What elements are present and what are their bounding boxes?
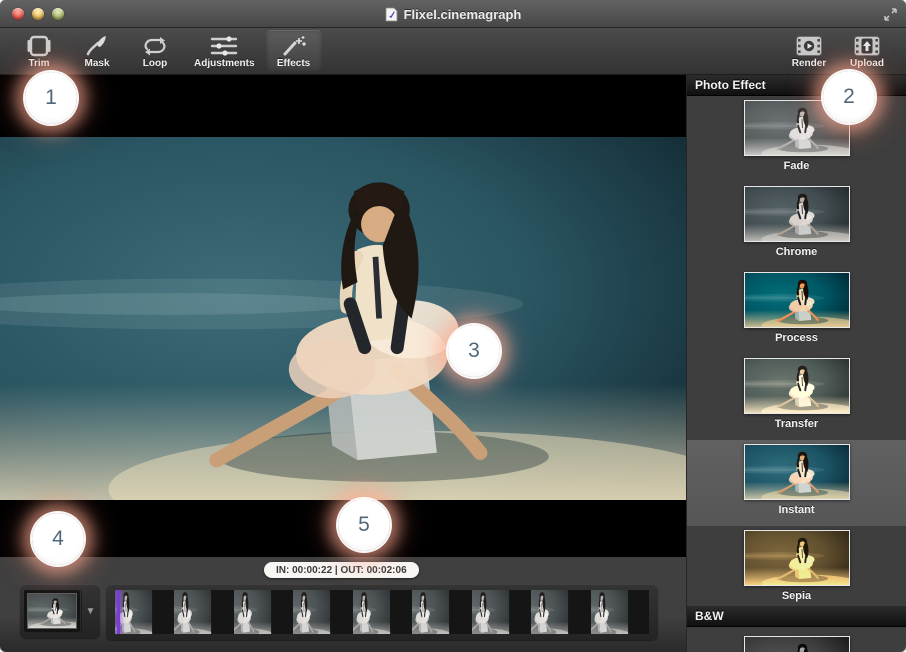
tool-effects-label: Effects — [277, 58, 310, 69]
in-out-badge: IN: 00:00:22 | OUT: 00:02:06 — [264, 562, 419, 578]
effect-instant-thumbnail — [744, 444, 850, 500]
toolbar: Trim Mask Loop — [0, 28, 906, 75]
magic-wand-icon — [281, 34, 307, 57]
tool-trim-label: Trim — [28, 58, 49, 69]
tool-mask[interactable]: Mask — [69, 30, 125, 72]
brush-icon — [85, 34, 109, 57]
loop-icon — [141, 34, 169, 57]
toolbar-spacer — [323, 28, 780, 74]
app-window: Flixel.cinemagraph Trim — [0, 0, 906, 652]
tool-loop[interactable]: Loop — [127, 30, 183, 72]
callout-1: 1 — [25, 72, 77, 124]
upload-label: Upload — [850, 58, 884, 69]
render-button[interactable]: Render — [781, 30, 837, 72]
effect-transfer-thumbnail — [744, 358, 850, 414]
fullscreen-icon[interactable] — [883, 7, 898, 22]
tool-effects[interactable]: Effects — [266, 30, 322, 72]
filmstrip-frame — [293, 590, 351, 634]
effect-chrome[interactable]: Chrome — [687, 182, 906, 268]
tool-adjustments-label: Adjustments — [194, 58, 255, 69]
effect-transfer-label: Transfer — [775, 418, 818, 430]
render-label: Render — [792, 58, 826, 69]
upload-button[interactable]: Upload — [839, 30, 895, 72]
callout-5: 5 — [338, 499, 390, 551]
title-bar: Flixel.cinemagraph — [0, 0, 906, 28]
effect-process-label: Process — [775, 332, 818, 344]
callout-4: 4 — [32, 513, 84, 565]
effect-process-thumbnail — [744, 272, 850, 328]
filmstrip-frame — [591, 590, 649, 634]
filmstrip-frame — [174, 590, 232, 634]
playhead[interactable] — [117, 590, 120, 634]
filmstrip-frame — [412, 590, 470, 634]
window-title: Flixel.cinemagraph — [404, 7, 522, 22]
clip-preview[interactable]: ▼ — [20, 584, 100, 638]
section-header-bw: B&W — [687, 606, 906, 627]
effect-fade-label: Fade — [784, 160, 810, 172]
filmstrip[interactable] — [115, 590, 649, 634]
callout-3: 3 — [448, 325, 500, 377]
tool-adjustments[interactable]: Adjustments — [185, 30, 264, 72]
filmstrip-frame — [531, 590, 589, 634]
tool-trim[interactable]: Trim — [11, 30, 67, 72]
callout-2: 2 — [823, 71, 875, 123]
filmstrip-frame — [472, 590, 530, 634]
effect-chrome-thumbnail — [744, 186, 850, 242]
effect-instant[interactable]: Instant — [687, 440, 906, 526]
main-photo[interactable] — [0, 137, 686, 500]
sliders-icon — [210, 34, 238, 57]
effect-transfer[interactable]: Transfer — [687, 354, 906, 440]
effect-sepia[interactable]: Sepia — [687, 526, 906, 606]
effect-process[interactable]: Process — [687, 268, 906, 354]
video-viewer — [0, 75, 686, 557]
effect-instant-label: Instant — [778, 504, 814, 516]
document-icon — [385, 7, 398, 22]
tool-loop-label: Loop — [143, 58, 167, 69]
filmstrip-frame — [234, 590, 292, 634]
upload-film-icon — [854, 34, 880, 57]
effect-sepia-label: Sepia — [782, 590, 811, 602]
clip-preview-thumbnail — [24, 590, 80, 632]
chevron-down-icon[interactable]: ▼ — [81, 590, 99, 632]
trim-icon — [26, 34, 52, 57]
filmstrip-frame — [115, 590, 173, 634]
render-film-icon — [796, 34, 822, 57]
effects-sidebar: Photo Effect Fade Chrome Process Transfe… — [686, 75, 906, 652]
effect-bw-partial[interactable] — [687, 627, 906, 652]
timeline-strip[interactable] — [106, 584, 658, 640]
filmstrip-frame — [353, 590, 411, 634]
tool-mask-label: Mask — [84, 58, 109, 69]
effect-bw-thumbnail — [744, 636, 850, 652]
effect-fade[interactable]: Fade — [687, 96, 906, 182]
window-title-area: Flixel.cinemagraph — [0, 0, 906, 28]
effect-sepia-thumbnail — [744, 530, 850, 586]
effect-chrome-label: Chrome — [776, 246, 818, 258]
timeline-panel: IN: 00:00:22 | OUT: 00:02:06 ▼ — [0, 557, 686, 652]
